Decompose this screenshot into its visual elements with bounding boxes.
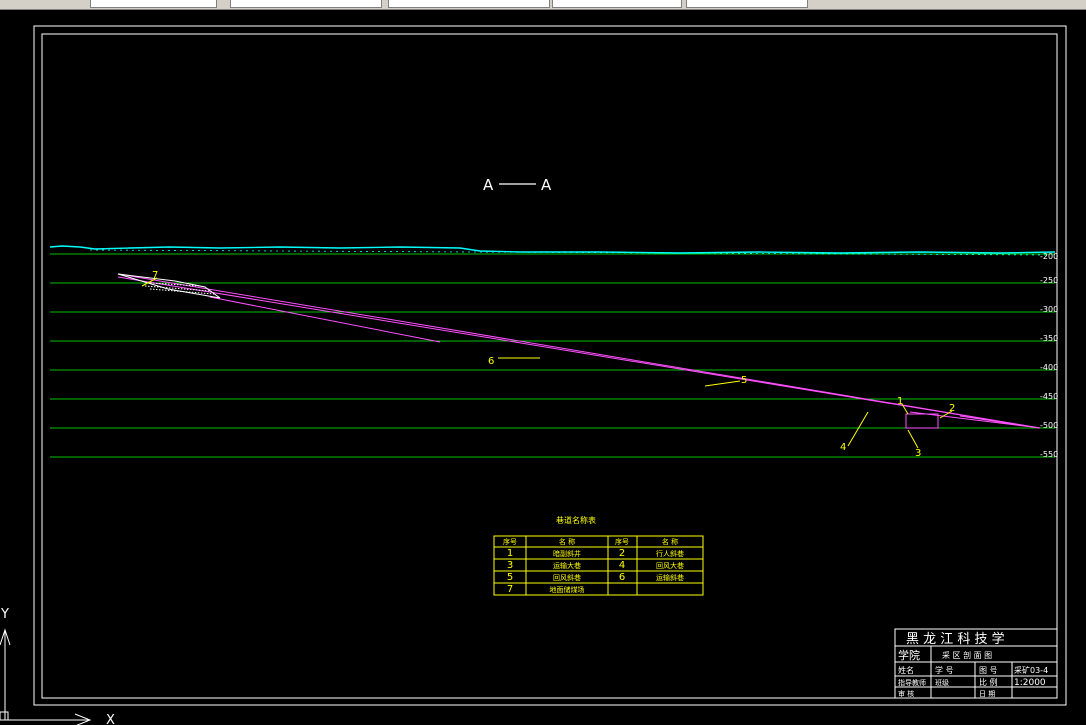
callout-2: 2 xyxy=(949,403,955,414)
section-title-right: A xyxy=(541,176,552,194)
title-block-cell: 姓名 xyxy=(898,665,914,675)
bottom-structures xyxy=(905,411,1041,429)
title-block-cell: 指导教师 xyxy=(898,678,926,687)
elevation-label: -250 xyxy=(1040,276,1058,285)
callout-7: 7 xyxy=(152,270,158,281)
legend-cell: 回风大巷 xyxy=(656,561,684,570)
title-block-cell: 班级 xyxy=(935,678,949,687)
elevation-label: -500 xyxy=(1040,421,1058,430)
toolbar-field[interactable] xyxy=(388,0,550,8)
elevation-label: -350 xyxy=(1040,334,1058,343)
legend-cell: 7 xyxy=(507,584,513,595)
legend-cell: 5 xyxy=(507,572,513,583)
legend-cell: 地面储煤场 xyxy=(550,585,585,594)
ucs-x-label: X xyxy=(106,713,115,725)
legend-cell: 运输斜巷 xyxy=(656,573,684,582)
inner-frame xyxy=(41,33,1058,699)
legend-table-title: 巷道名称表 xyxy=(556,515,596,525)
legend-cell: 暗副斜井 xyxy=(553,549,581,558)
legend-cell: 行人斜巷 xyxy=(656,549,684,558)
title-block-cell: 图 号 xyxy=(979,666,998,675)
callout-1: 1 xyxy=(897,396,903,407)
callout-3: 3 xyxy=(915,448,921,459)
outer-frame xyxy=(33,25,1067,706)
title-block-cell: 日 期 xyxy=(979,690,995,698)
title-block-scale: 1:2000 xyxy=(1014,678,1046,688)
legend-header: 序号 xyxy=(503,537,517,546)
elevation-labels: -200 -250 -300 -350 -400 -450 -500 -550 xyxy=(1040,252,1058,459)
callout-6: 6 xyxy=(488,356,494,367)
legend-cell: 回风斜巷 xyxy=(553,573,581,582)
ucs-icon: Y X xyxy=(0,607,115,725)
section-title-left: A xyxy=(483,176,494,194)
section-title: A A xyxy=(483,176,552,194)
elevation-label: -450 xyxy=(1040,392,1058,401)
title-block-drawing-number: 采矿03-4 xyxy=(1014,665,1048,675)
title-block: 黑 龙 江 科 技 学 学院 采 区 剖 面 图 姓名 学 号 图 号 采矿03… xyxy=(894,628,1058,699)
elevation-label: -200 xyxy=(1040,252,1058,261)
callout-leaders xyxy=(141,277,953,449)
ucs-y-label: Y xyxy=(0,607,9,622)
drawing-canvas[interactable]: A A -200 -250 -300 -350 -400 -450 -500 -… xyxy=(0,10,1086,725)
legend-cell: 6 xyxy=(619,572,625,583)
title-block-cell: 审 核 xyxy=(898,689,914,698)
callouts: 1 2 3 4 5 6 7 xyxy=(152,270,955,459)
title-block-cell: 比 例 xyxy=(979,677,998,687)
callout-4: 4 xyxy=(840,442,846,453)
legend-table: 巷道名称表 序号 名 称 序号 名 称 1 暗副斜井 2 行人斜巷 3 运输大巷… xyxy=(493,515,704,596)
elevation-label: -400 xyxy=(1040,363,1058,372)
elevation-label: -300 xyxy=(1040,305,1058,314)
title-block-label: 学院 xyxy=(898,648,920,662)
elevation-label: -550 xyxy=(1040,450,1058,459)
legend-header: 名 称 xyxy=(559,537,575,546)
toolbar-field[interactable] xyxy=(230,0,382,8)
title-block-cell: 学 号 xyxy=(935,665,954,675)
toolbar-strip xyxy=(0,0,1086,10)
coal-yard-shape xyxy=(117,273,221,299)
legend-cell: 4 xyxy=(619,560,625,571)
toolbar-field[interactable] xyxy=(90,0,217,8)
legend-cell: 运输大巷 xyxy=(553,561,581,570)
title-block-drawing-name: 采 区 剖 面 图 xyxy=(942,650,992,660)
legend-cell: 1 xyxy=(507,548,513,559)
legend-cell: 2 xyxy=(619,548,625,559)
title-block-school: 黑 龙 江 科 技 学 xyxy=(906,631,1005,647)
toolbar-field[interactable] xyxy=(552,0,682,8)
legend-cell: 3 xyxy=(507,560,513,571)
elevation-grid xyxy=(50,253,1055,458)
legend-header: 名 称 xyxy=(662,537,678,546)
toolbar-field[interactable] xyxy=(686,0,808,8)
legend-header: 序号 xyxy=(615,537,629,546)
callout-5: 5 xyxy=(741,375,747,386)
